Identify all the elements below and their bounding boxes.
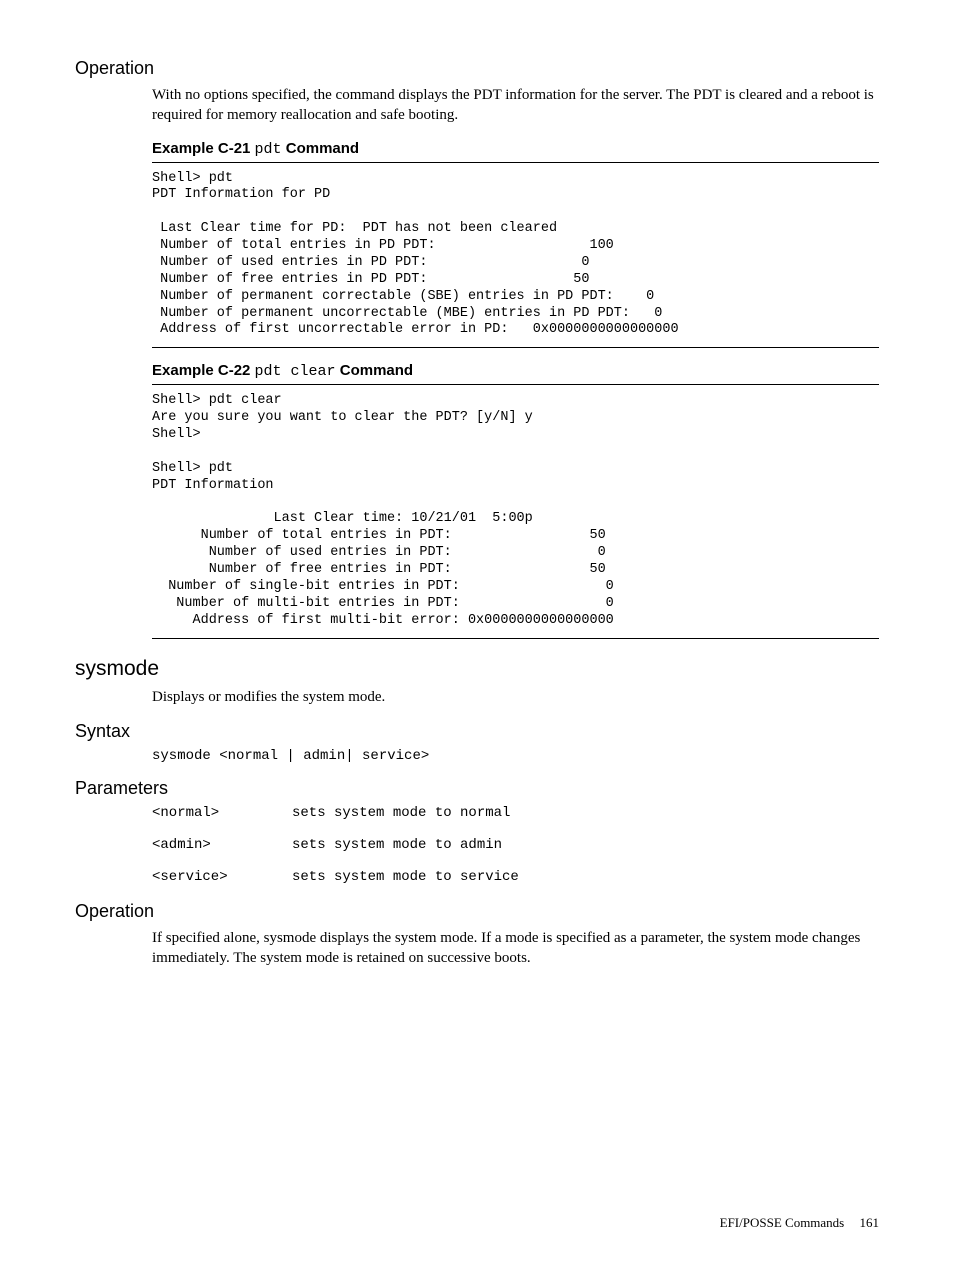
- example-c22-suffix: Command: [336, 362, 414, 379]
- syntax-line: sysmode <normal | admin| service>: [152, 748, 879, 764]
- example-c21-suffix: Command: [282, 140, 360, 157]
- param-row: <service> sets system mode to service: [152, 869, 879, 885]
- param-val: sets system mode to admin: [292, 837, 502, 853]
- example-c21-title: Example C-21 pdt Command: [152, 140, 879, 158]
- operation-text-1: With no options specified, the command d…: [152, 85, 879, 126]
- footer-section: EFI/POSSE Commands: [720, 1215, 845, 1230]
- param-val: sets system mode to normal: [292, 805, 510, 821]
- example-c22-cmd: pdt clear: [255, 363, 336, 380]
- example-c21-cmd: pdt: [255, 141, 282, 158]
- page-footer: EFI/POSSE Commands 161: [720, 1215, 879, 1231]
- example-c21-rule-top: [152, 162, 879, 163]
- param-key: <admin>: [152, 837, 292, 853]
- parameters-heading: Parameters: [75, 778, 879, 799]
- param-row: <normal> sets system mode to normal: [152, 805, 879, 821]
- example-c22-title: Example C-22 pdt clear Command: [152, 362, 879, 380]
- sysmode-heading: sysmode: [75, 657, 879, 681]
- operation-heading-2: Operation: [75, 901, 879, 922]
- operation-text-2: If specified alone, sysmode displays the…: [152, 928, 879, 969]
- example-c22-rule-bottom: [152, 638, 879, 639]
- example-c21-rule-bottom: [152, 347, 879, 348]
- example-c21-code: Shell> pdt PDT Information for PD Last C…: [152, 171, 879, 340]
- footer-page-number: 161: [860, 1215, 880, 1230]
- param-row: <admin> sets system mode to admin: [152, 837, 879, 853]
- syntax-heading: Syntax: [75, 721, 879, 742]
- example-c22-code: Shell> pdt clear Are you sure you want t…: [152, 393, 879, 629]
- parameters-table: <normal> sets system mode to normal <adm…: [152, 805, 879, 885]
- example-c22-rule-top: [152, 384, 879, 385]
- operation-heading-1: Operation: [75, 58, 879, 79]
- example-c21-prefix: Example C-21: [152, 140, 255, 157]
- example-c22-prefix: Example C-22: [152, 362, 255, 379]
- param-val: sets system mode to service: [292, 869, 519, 885]
- param-key: <service>: [152, 869, 292, 885]
- param-key: <normal>: [152, 805, 292, 821]
- sysmode-desc: Displays or modifies the system mode.: [152, 687, 879, 707]
